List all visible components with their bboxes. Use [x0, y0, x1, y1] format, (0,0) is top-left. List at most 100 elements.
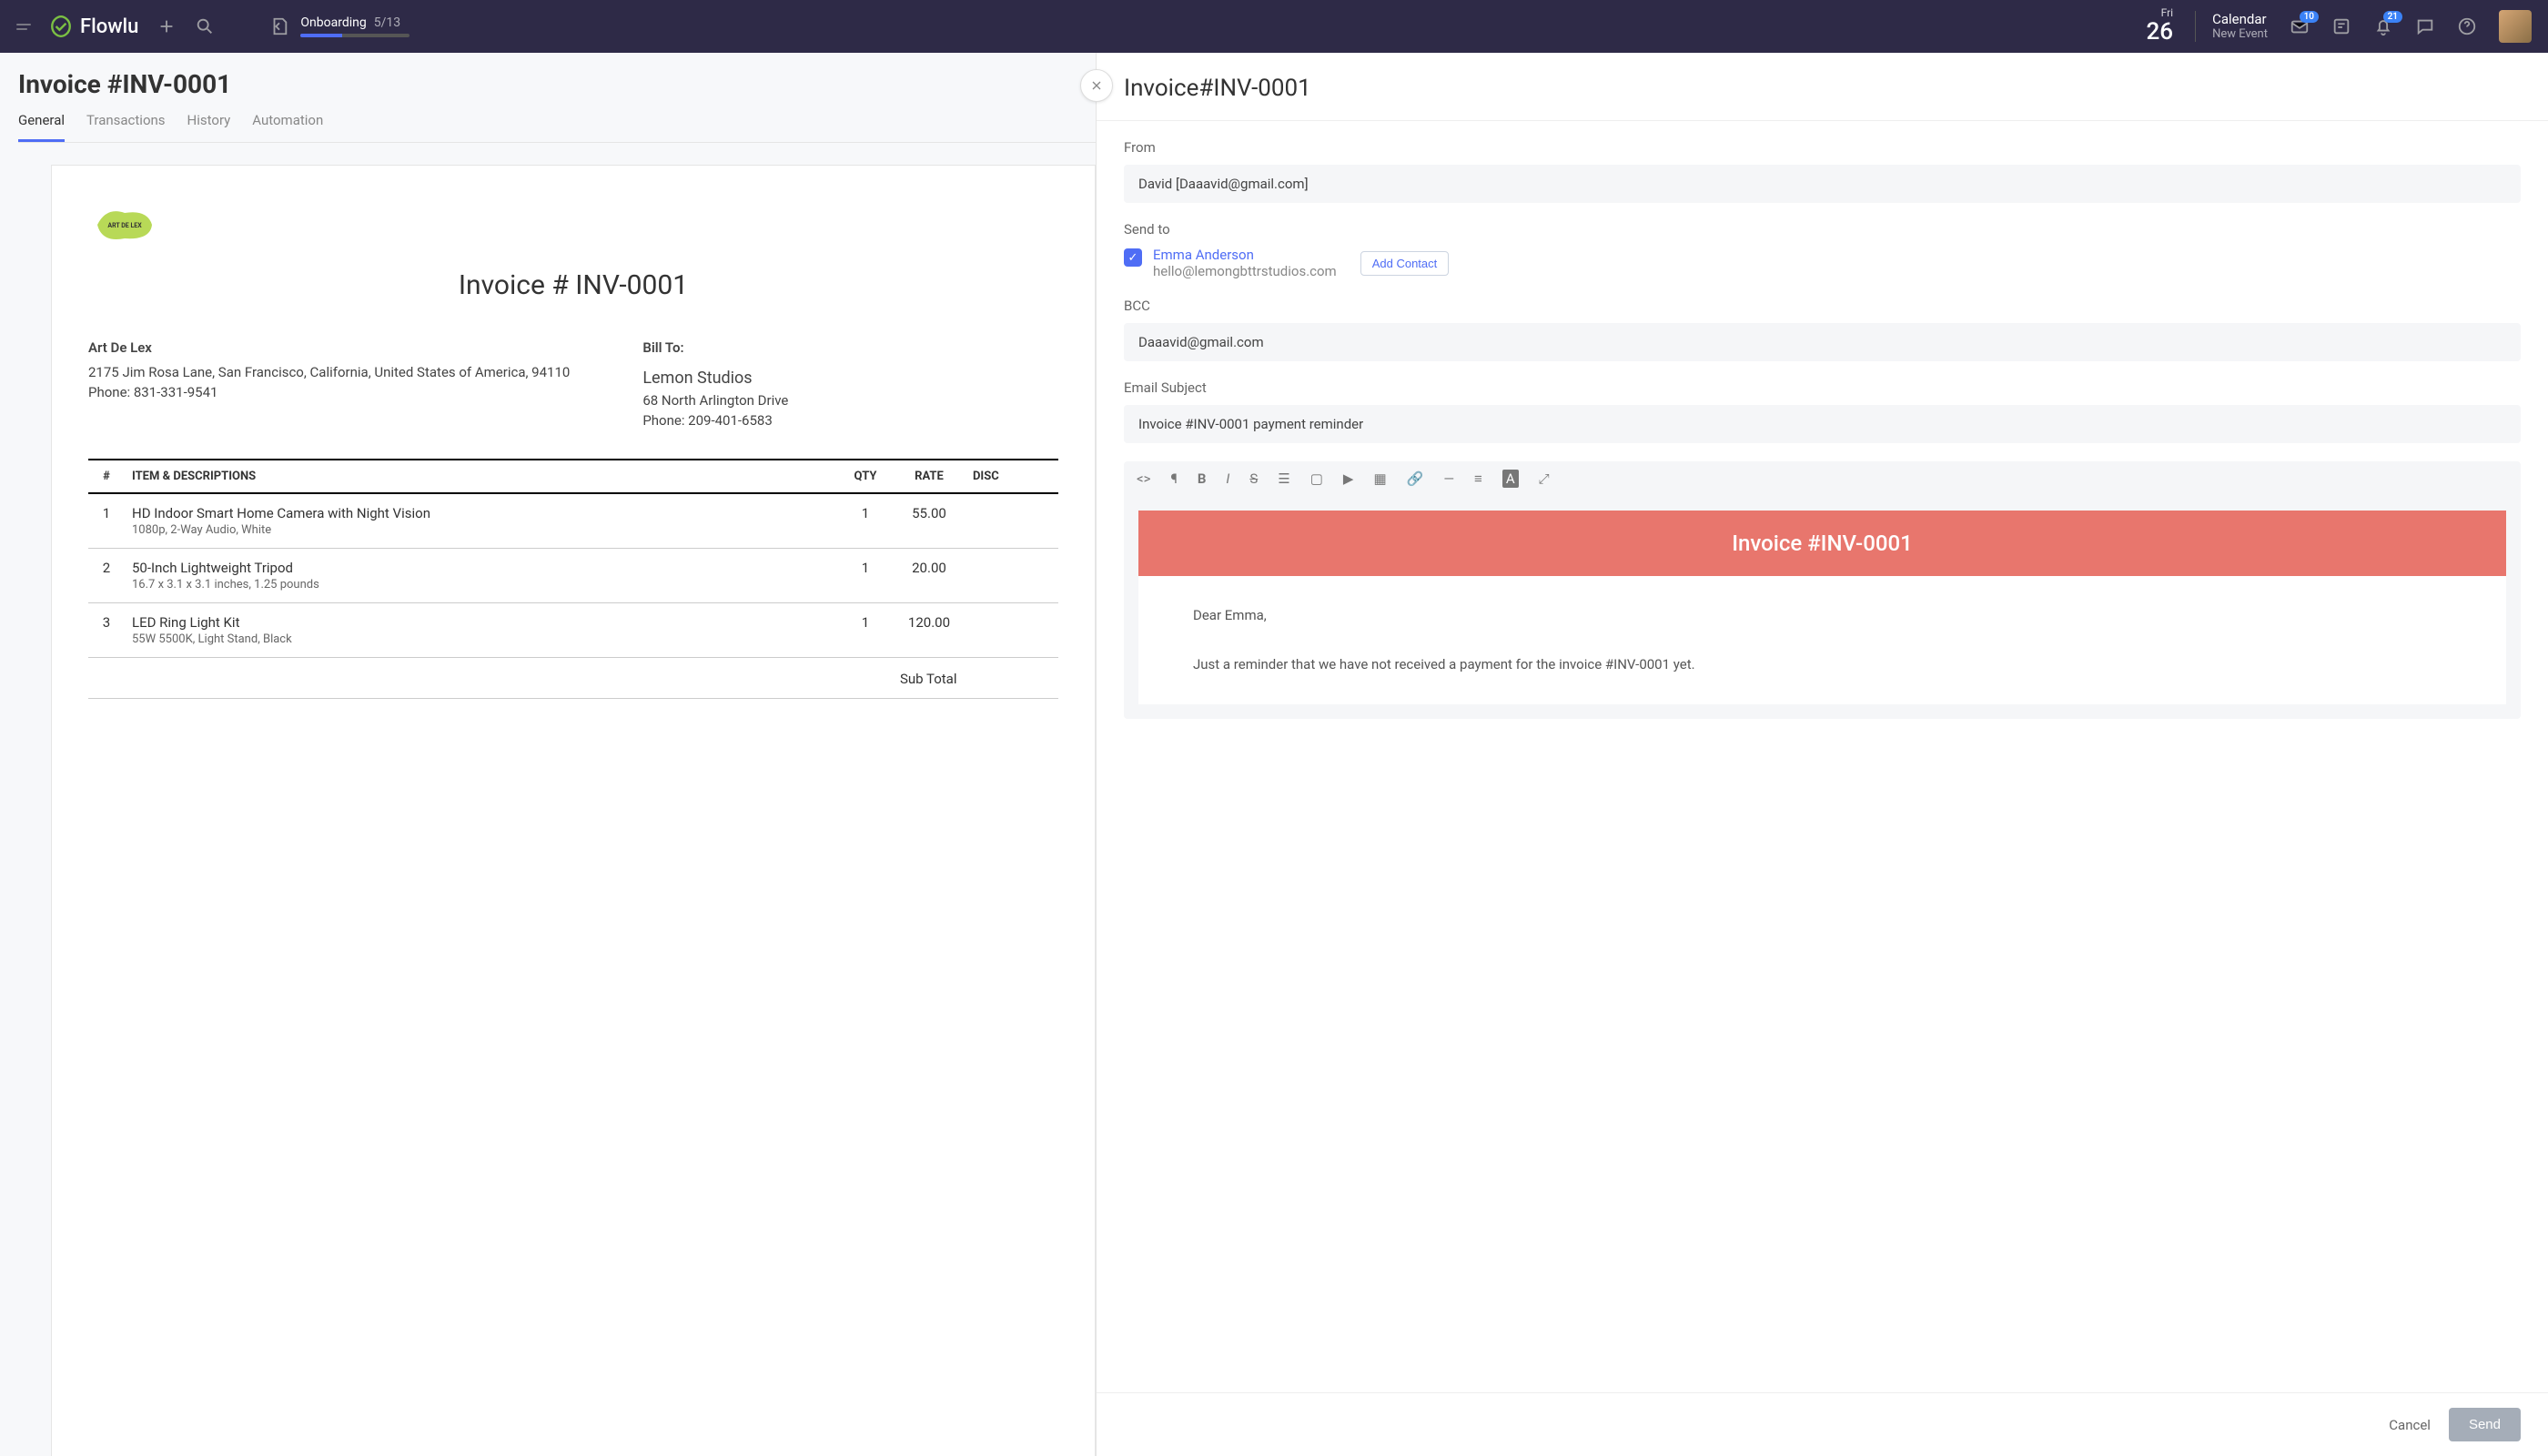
image-icon[interactable]: ▢ [1310, 470, 1323, 487]
header-right: Fri 26 Calendar New Event 10 21 [2147, 7, 2533, 46]
code-view-icon[interactable]: <> [1137, 470, 1150, 487]
invoice-items-table: # ITEM & DESCRIPTIONS QTY RATE DISC 1 HD… [88, 459, 1058, 699]
strike-icon[interactable]: S [1249, 470, 1258, 487]
email-body-editor[interactable]: Invoice #INV-0001 Dear Emma, Just a remi… [1124, 496, 2521, 719]
billto-addr: 68 North Arlington Drive [642, 390, 788, 411]
calendar-title: Calendar [2212, 11, 2268, 27]
billto-label: Bill To: [642, 338, 788, 359]
date-weekday: Fri [2147, 7, 2174, 19]
calendar-subtitle: New Event [2212, 27, 2268, 42]
subject-label: Email Subject [1124, 379, 2521, 396]
sendto-label: Send to [1124, 221, 2521, 238]
help-button[interactable] [2457, 16, 2477, 36]
app-logo[interactable]: Flowlu [49, 15, 138, 38]
onboarding-widget[interactable]: Onboarding 5/13 [269, 15, 410, 37]
from-company: Art De Lex [88, 338, 570, 359]
bell-badge: 21 [2383, 11, 2402, 23]
table-icon[interactable]: ▦ [1373, 470, 1386, 487]
email-greeting: Dear Emma, [1193, 603, 2452, 628]
from-label: From [1124, 139, 2521, 156]
email-panel: Invoice#INV-0001 From David [Daaavid@gma… [1096, 53, 2548, 1456]
recipient-email: hello@lemongbttrstudios.com [1153, 263, 1337, 279]
header-left: Flowlu Onboarding 5/13 [16, 15, 410, 38]
subtotal-label: Sub Total [893, 657, 1058, 698]
inbox-button[interactable]: 10 [2290, 16, 2310, 36]
menu-toggle-icon[interactable] [16, 24, 31, 30]
page-title: Invoice #INV-0001 [18, 69, 1096, 99]
brand-name: Flowlu [80, 15, 138, 38]
onboarding-label: Onboarding [300, 15, 366, 30]
invoice-tabs: General Transactions History Automation [18, 112, 1096, 143]
billto-address: Bill To: Lemon Studios 68 North Arlingto… [642, 338, 788, 431]
email-panel-title: Invoice#INV-0001 [1097, 53, 2548, 121]
sendto-row: ✓ Emma Anderson hello@lemongbttrstudios.… [1124, 247, 2521, 279]
italic-icon[interactable]: I [1226, 470, 1229, 487]
date-number: 26 [2147, 19, 2174, 46]
app-header: Flowlu Onboarding 5/13 Fri 26 Calendar N… [0, 0, 2548, 53]
col-qty: QTY [838, 460, 893, 493]
notifications-button[interactable]: 21 [2373, 16, 2393, 36]
col-item: ITEM & DESCRIPTIONS [125, 460, 838, 493]
add-contact-button[interactable]: Add Contact [1360, 251, 1450, 276]
tab-transactions[interactable]: Transactions [86, 112, 166, 142]
link-icon[interactable]: 🔗 [1407, 470, 1424, 487]
from-address: Art De Lex 2175 Jim Rosa Lane, San Franc… [88, 338, 570, 431]
fullscreen-icon[interactable]: ⤢ [1539, 470, 1550, 487]
inbox-badge: 10 [2300, 11, 2319, 23]
editor-toolbar: <> ¶ B I S ☰ ▢ ▶ ▦ 🔗 — ≡ A ⤢ [1124, 461, 2521, 496]
list-icon[interactable]: ☰ [1278, 470, 1289, 487]
logo-mark-icon [49, 15, 73, 38]
recipient-checkbox[interactable]: ✓ [1124, 248, 1142, 267]
calendar-widget[interactable]: Calendar New Event [2195, 11, 2268, 42]
email-banner: Invoice #INV-0001 [1138, 511, 2506, 576]
recipient-name[interactable]: Emma Anderson [1153, 247, 1337, 263]
chat-icon [2415, 16, 2435, 36]
email-footer: Cancel Send [1097, 1392, 2548, 1456]
onboarding-count: 5/13 [374, 15, 400, 30]
cancel-button[interactable]: Cancel [2389, 1417, 2431, 1433]
tab-history[interactable]: History [187, 112, 231, 142]
hr-icon[interactable]: — [1443, 470, 1454, 487]
onboarding-progress [300, 34, 410, 37]
bcc-label: BCC [1124, 298, 2521, 314]
user-avatar[interactable] [2499, 10, 2532, 43]
table-row: 3 LED Ring Light Kit55W 5500K, Light Sta… [88, 602, 1058, 657]
chat-button[interactable] [2415, 16, 2435, 36]
invoice-doc-title: Invoice # INV-0001 [88, 269, 1058, 301]
company-logo: ART DE LEX [88, 202, 161, 248]
bold-icon[interactable]: B [1198, 470, 1207, 487]
date-widget[interactable]: Fri 26 [2147, 7, 2174, 46]
from-phone: Phone: 831-331-9541 [88, 382, 570, 403]
billto-phone: Phone: 209-401-6583 [642, 410, 788, 431]
from-field[interactable]: David [Daaavid@gmail.com] [1124, 165, 2521, 203]
close-button[interactable] [1080, 69, 1113, 102]
notes-button[interactable] [2331, 16, 2351, 36]
col-disc: DISC [966, 460, 1058, 493]
svg-text:ART DE LEX: ART DE LEX [107, 222, 142, 229]
invoice-panel: Invoice #INV-0001 General Transactions H… [0, 53, 1096, 1456]
tab-general[interactable]: General [18, 112, 65, 142]
invoice-document: ART DE LEX Invoice # INV-0001 Art De Lex… [51, 165, 1096, 1456]
subject-field[interactable]: Invoice #INV-0001 payment reminder [1124, 405, 2521, 443]
email-line1: Just a reminder that we have not receive… [1193, 652, 2452, 677]
align-icon[interactable]: ≡ [1474, 470, 1482, 487]
plus-icon[interactable] [157, 16, 177, 36]
col-rate: RATE [893, 460, 966, 493]
table-row: 1 HD Indoor Smart Home Camera with Night… [88, 493, 1058, 549]
note-icon [2331, 16, 2351, 36]
send-button[interactable]: Send [2449, 1408, 2521, 1441]
col-num: # [88, 460, 125, 493]
close-icon [1089, 78, 1104, 93]
search-icon[interactable] [195, 16, 215, 36]
onboarding-icon [269, 16, 289, 36]
font-icon[interactable]: A [1502, 470, 1519, 487]
video-icon[interactable]: ▶ [1343, 470, 1354, 487]
from-addr-line: 2175 Jim Rosa Lane, San Francisco, Calif… [88, 362, 570, 383]
subtotal-row: Sub Total [88, 657, 1058, 698]
bcc-field[interactable]: Daaavid@gmail.com [1124, 323, 2521, 361]
tab-automation[interactable]: Automation [252, 112, 323, 142]
main-area: Invoice #INV-0001 General Transactions H… [0, 53, 2548, 1456]
table-row: 2 50-Inch Lightweight Tripod16.7 x 3.1 x… [88, 548, 1058, 602]
paragraph-icon[interactable]: ¶ [1170, 470, 1177, 487]
help-icon [2457, 16, 2477, 36]
